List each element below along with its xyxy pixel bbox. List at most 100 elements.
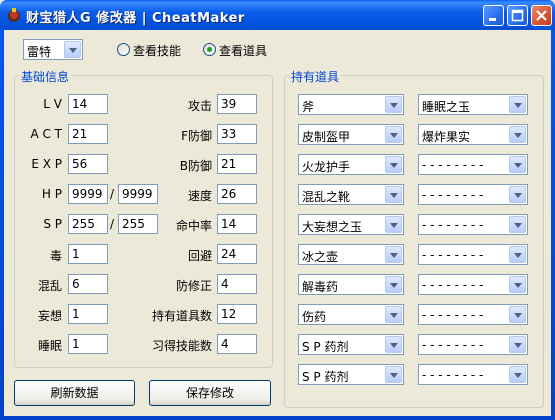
window-title: 财宝猎人G 修改器 | CheatMaker [26, 11, 245, 26]
radio-view-items[interactable] [203, 43, 216, 56]
chevron-down-icon[interactable] [509, 246, 526, 263]
stat-label-accuracy: 命中率 [175, 219, 212, 233]
maximize-button[interactable] [507, 5, 528, 26]
stat-input-f-defense[interactable]: 33 [217, 124, 257, 144]
basic-info-title: 基础信息 [19, 68, 72, 85]
item-slot-value: - - - - - - - - [422, 338, 484, 352]
stat-input-attack[interactable]: 39 [217, 94, 257, 114]
refresh-button[interactable]: 刷新数据 [14, 380, 135, 406]
item-slot-value: 斧 [302, 100, 315, 114]
stat-label-act: A C T [30, 127, 62, 141]
item-slot-left-2[interactable]: 皮制盔甲 [298, 124, 404, 145]
item-slot-left-7[interactable]: 解毒药 [298, 274, 404, 295]
item-slot-value: - - - - - - - - [422, 218, 484, 232]
item-slot-left-1[interactable]: 斧 [298, 94, 404, 115]
stat-label-b-defense: B防御 [179, 159, 212, 173]
chevron-down-icon[interactable] [385, 276, 402, 293]
item-slot-left-9[interactable]: S P 药剂 [298, 334, 404, 355]
stat-label-speed: 速度 [187, 189, 212, 203]
chevron-down-icon[interactable] [385, 306, 402, 323]
item-slot-left-3[interactable]: 火龙护手 [298, 154, 404, 175]
item-slot-left-6[interactable]: 冰之壶 [298, 244, 404, 265]
title-bar[interactable]: 财宝猎人G 修改器 | CheatMaker [0, 0, 555, 30]
chevron-down-icon[interactable] [385, 156, 402, 173]
item-slot-right-1[interactable]: 睡眠之玉 [418, 94, 528, 115]
chevron-down-icon[interactable] [385, 336, 402, 353]
stat-input-sleep[interactable]: 1 [68, 334, 108, 354]
stat-input-accuracy[interactable]: 14 [217, 214, 257, 234]
stat-label-skill-count: 习得技能数 [151, 339, 212, 353]
item-slot-value: 皮制盔甲 [302, 130, 351, 144]
item-slot-right-10[interactable]: - - - - - - - - [418, 364, 528, 385]
chevron-down-icon[interactable] [509, 186, 526, 203]
item-slot-left-5[interactable]: 大妄想之玉 [298, 214, 404, 235]
item-slot-value: 混乱之靴 [302, 190, 351, 204]
chevron-down-icon[interactable] [385, 96, 402, 113]
item-slot-left-8[interactable]: 伤药 [298, 304, 404, 325]
stat-input-defense-mod[interactable]: 4 [217, 274, 257, 294]
item-slot-right-5[interactable]: - - - - - - - - [418, 214, 528, 235]
stat-input-speed[interactable]: 26 [217, 184, 257, 204]
item-slot-right-4[interactable]: - - - - - - - - [418, 184, 528, 205]
chevron-down-icon[interactable] [64, 41, 81, 58]
sp-separator: / [110, 217, 115, 231]
item-slot-value: - - - - - - - - [422, 368, 484, 382]
stat-label-evasion: 回避 [187, 249, 212, 263]
stat-input-item-count[interactable]: 12 [217, 304, 257, 324]
stat-input-skill-count[interactable]: 4 [217, 334, 257, 354]
stat-label-poison: 毒 [49, 249, 62, 263]
minimize-button[interactable] [483, 5, 504, 26]
stat-label-item-count: 持有道具数 [151, 309, 212, 323]
chevron-down-icon[interactable] [385, 366, 402, 383]
item-slot-right-8[interactable]: - - - - - - - - [418, 304, 528, 325]
radio-view-items-label[interactable]: 查看道具 [219, 42, 267, 59]
character-select[interactable]: 雷特 [23, 39, 83, 60]
chevron-down-icon[interactable] [385, 126, 402, 143]
radio-view-skills[interactable] [117, 43, 130, 56]
item-slot-value: - - - - - - - - [422, 188, 484, 202]
chevron-down-icon[interactable] [509, 96, 526, 113]
stat-input-act[interactable]: 21 [68, 124, 108, 144]
item-slot-right-7[interactable]: - - - - - - - - [418, 274, 528, 295]
minimize-icon [489, 18, 496, 21]
stat-label-confusion: 混乱 [37, 279, 62, 293]
chevron-down-icon[interactable] [509, 276, 526, 293]
chevron-down-icon[interactable] [509, 126, 526, 143]
item-slot-right-6[interactable]: - - - - - - - - [418, 244, 528, 265]
item-slot-value: 解毒药 [302, 280, 339, 294]
stat-input-sp[interactable]: 255 [68, 214, 108, 234]
chevron-down-icon[interactable] [509, 156, 526, 173]
chevron-down-icon[interactable] [385, 246, 402, 263]
chevron-down-icon[interactable] [385, 216, 402, 233]
save-button[interactable]: 保存修改 [149, 380, 271, 406]
item-slot-value: S P 药剂 [302, 370, 349, 384]
maximize-icon [511, 9, 524, 22]
stat-input-confusion[interactable]: 6 [68, 274, 108, 294]
stat-input-poison[interactable]: 1 [68, 244, 108, 264]
chevron-down-icon[interactable] [509, 216, 526, 233]
stat-label-attack: 攻击 [187, 99, 212, 113]
item-slot-left-4[interactable]: 混乱之靴 [298, 184, 404, 205]
item-slot-left-10[interactable]: S P 药剂 [298, 364, 404, 385]
stat-input-hp[interactable]: 9999 [68, 184, 108, 204]
stat-input-evasion[interactable]: 24 [217, 244, 257, 264]
radio-view-skills-label[interactable]: 查看技能 [133, 42, 181, 59]
chevron-down-icon[interactable] [509, 336, 526, 353]
item-slot-right-9[interactable]: - - - - - - - - [418, 334, 528, 355]
chevron-down-icon[interactable] [509, 366, 526, 383]
stat-label-sleep: 睡眠 [37, 339, 62, 353]
chevron-down-icon[interactable] [509, 306, 526, 323]
close-icon [536, 10, 547, 21]
stat-label-defense-mod: 防修正 [175, 279, 212, 293]
item-slot-right-2[interactable]: 爆炸果实 [418, 124, 528, 145]
item-slot-right-3[interactable]: - - - - - - - - [418, 154, 528, 175]
stat-label-lv: L V [43, 97, 62, 111]
chevron-down-icon[interactable] [385, 186, 402, 203]
stat-label-delusion: 妄想 [37, 309, 62, 323]
stat-input-exp[interactable]: 56 [68, 154, 108, 174]
character-select-value: 雷特 [27, 45, 52, 59]
stat-input-lv[interactable]: 14 [68, 94, 108, 114]
stat-input-delusion[interactable]: 1 [68, 304, 108, 324]
close-button[interactable] [531, 5, 552, 26]
stat-input-b-defense[interactable]: 21 [217, 154, 257, 174]
